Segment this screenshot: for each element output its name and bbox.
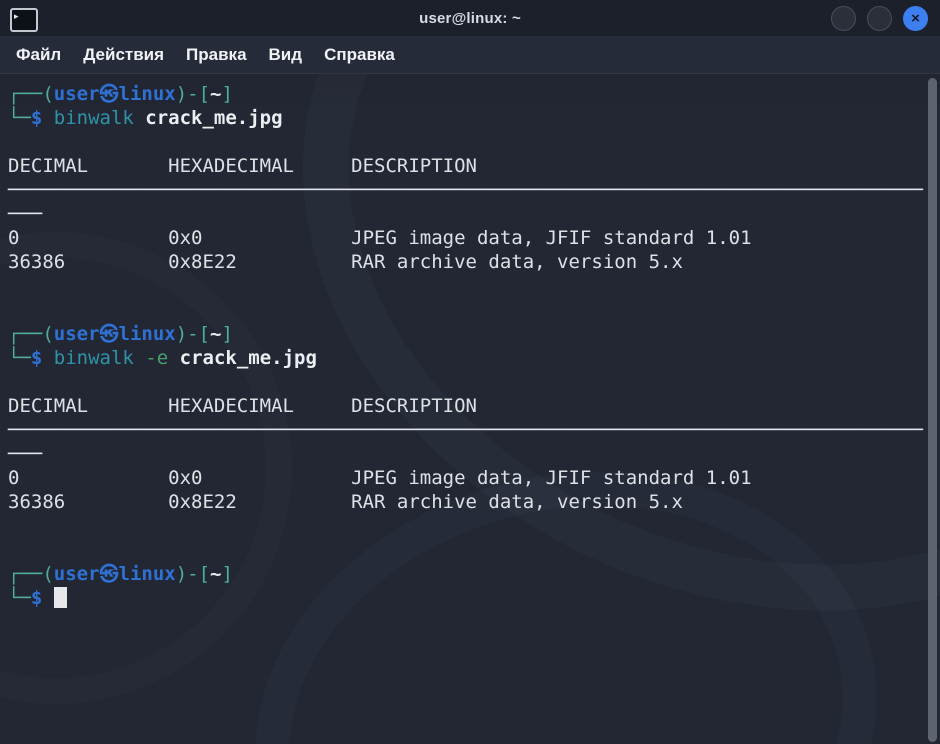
menu-item-actions[interactable]: Действия	[72, 45, 175, 65]
command-line: └─$ binwalk crack_me.jpg	[8, 106, 940, 130]
terminal-output: ┌──(user㉿linux)-[~] └─$binwalkcrack_me.j…	[0, 74, 940, 610]
column-hexadecimal: HEXADECIMAL	[168, 154, 351, 178]
column-description: DESCRIPTION	[351, 155, 477, 177]
table-rule: ────────────────────────────────────────…	[8, 178, 940, 202]
prompt-dollar: $	[31, 107, 42, 129]
cell-description: JPEG image data, JFIF standard 1.01	[351, 467, 751, 489]
maximize-button[interactable]	[867, 6, 892, 31]
blank-line	[8, 370, 940, 394]
prompt-line-top: ┌──(user㉿linux)-[~]	[8, 322, 940, 346]
blank-line	[8, 130, 940, 154]
menu-item-view[interactable]: Вид	[258, 45, 314, 65]
terminal-cursor	[54, 587, 67, 608]
prompt-dollar: $	[31, 347, 42, 369]
cell-decimal: 36386	[8, 250, 168, 274]
blank-line	[8, 538, 940, 562]
table-rule-wrap: ───	[8, 442, 940, 466]
command-text: binwalk	[54, 347, 134, 369]
command-argument: crack_me.jpg	[145, 107, 282, 129]
prompt-frame: └─	[8, 107, 31, 129]
table-row: 363860x8E22RAR archive data, version 5.x	[8, 490, 940, 514]
cell-decimal: 36386	[8, 490, 168, 514]
menu-item-edit[interactable]: Правка	[175, 45, 257, 65]
title-bar: ▸ user@linux: ~ ×	[0, 0, 940, 36]
table-row: 00x0JPEG image data, JFIF standard 1.01	[8, 226, 940, 250]
terminal-window: ▸ user@linux: ~ × Файл Действия Правка В…	[0, 0, 940, 744]
table-rule-wrap: ───	[8, 202, 940, 226]
prompt-frame: ]	[222, 563, 233, 585]
prompt-frame: )-[	[176, 563, 210, 585]
prompt-path: ~	[210, 323, 221, 345]
blank-line	[8, 514, 940, 538]
table-header-row: DECIMALHEXADECIMALDESCRIPTION	[8, 154, 940, 178]
cell-description: RAR archive data, version 5.x	[351, 251, 683, 273]
cell-description: RAR archive data, version 5.x	[351, 491, 683, 513]
cell-hexadecimal: 0x0	[168, 226, 351, 250]
cell-decimal: 0	[8, 226, 168, 250]
column-decimal: DECIMAL	[8, 154, 168, 178]
prompt-frame: ┌──(	[8, 83, 54, 105]
prompt-frame: ]	[222, 83, 233, 105]
prompt-path: ~	[210, 83, 221, 105]
prompt-frame: )-[	[176, 323, 210, 345]
prompt-frame: └─	[8, 347, 31, 369]
menu-item-file[interactable]: Файл	[5, 45, 72, 65]
menu-item-help[interactable]: Справка	[313, 45, 406, 65]
prompt-frame: └─	[8, 587, 31, 609]
table-row: 363860x8E22RAR archive data, version 5.x	[8, 250, 940, 274]
prompt-frame: ┌──(	[8, 563, 54, 585]
prompt-user-host: user㉿linux	[54, 563, 176, 585]
command-argument: crack_me.jpg	[180, 347, 317, 369]
prompt-dollar: $	[31, 587, 42, 609]
prompt-frame: )-[	[176, 83, 210, 105]
terminal-icon: ▸	[10, 8, 38, 32]
command-line: └─$ binwalk -e crack_me.jpg	[8, 346, 940, 370]
cell-hexadecimal: 0x8E22	[168, 490, 351, 514]
prompt-user-host: user㉿linux	[54, 83, 176, 105]
command-flag: -e	[145, 347, 168, 369]
prompt-frame: ┌──(	[8, 323, 54, 345]
minimize-button[interactable]	[831, 6, 856, 31]
command-line-current[interactable]: └─$	[8, 586, 940, 610]
column-hexadecimal: HEXADECIMAL	[168, 394, 351, 418]
scrollbar-thumb[interactable]	[928, 78, 937, 742]
window-buttons: ×	[831, 6, 928, 31]
cell-hexadecimal: 0x8E22	[168, 250, 351, 274]
blank-line	[8, 274, 940, 298]
prompt-user-host: user㉿linux	[54, 323, 176, 345]
table-row: 00x0JPEG image data, JFIF standard 1.01	[8, 466, 940, 490]
terminal-icon-glyph: ▸	[14, 12, 19, 21]
cell-decimal: 0	[8, 466, 168, 490]
prompt-line-top: ┌──(user㉿linux)-[~]	[8, 82, 940, 106]
column-description: DESCRIPTION	[351, 395, 477, 417]
prompt-line-top: ┌──(user㉿linux)-[~]	[8, 562, 940, 586]
blank-line	[8, 298, 940, 322]
cell-description: JPEG image data, JFIF standard 1.01	[351, 227, 751, 249]
command-text: binwalk	[54, 107, 134, 129]
table-rule: ────────────────────────────────────────…	[8, 418, 940, 442]
window-title: user@linux: ~	[0, 10, 940, 27]
menu-bar: Файл Действия Правка Вид Справка	[0, 36, 940, 74]
table-header-row: DECIMALHEXADECIMALDESCRIPTION	[8, 394, 940, 418]
cell-hexadecimal: 0x0	[168, 466, 351, 490]
column-decimal: DECIMAL	[8, 394, 168, 418]
close-icon: ×	[911, 11, 920, 26]
close-button[interactable]: ×	[903, 6, 928, 31]
prompt-path: ~	[210, 563, 221, 585]
prompt-frame: ]	[222, 323, 233, 345]
